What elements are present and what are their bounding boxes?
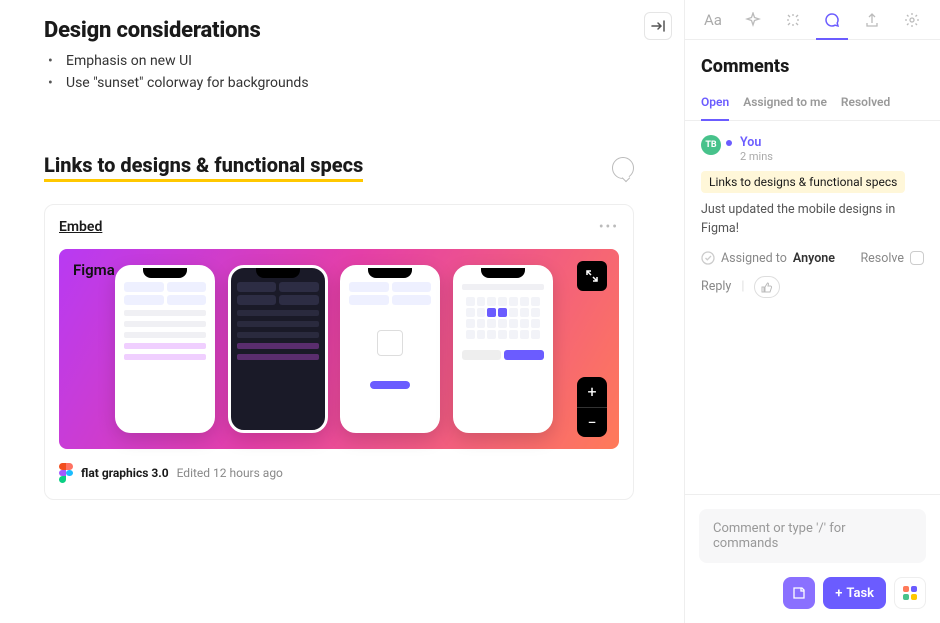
tab-resolved[interactable]: Resolved xyxy=(841,89,890,120)
sidebar-toolbar: Aa xyxy=(685,0,940,40)
mockup-phone xyxy=(115,265,215,433)
tab-assigned[interactable]: Assigned to me xyxy=(743,89,827,120)
figma-icon xyxy=(59,463,73,483)
comments-tabs: Open Assigned to me Resolved xyxy=(685,89,940,121)
embed-title[interactable]: Embed xyxy=(59,219,102,235)
mockup-phone xyxy=(340,265,440,433)
collapse-sidebar-button[interactable] xyxy=(644,12,672,40)
plus-icon: + xyxy=(835,586,842,601)
assigned-to[interactable]: Anyone xyxy=(793,251,835,266)
embed-edited-time: Edited 12 hours ago xyxy=(177,466,283,480)
comment-message: Just updated the mobile designs in Figma… xyxy=(701,201,924,239)
resolve-checkbox[interactable] xyxy=(910,251,924,265)
comment-input[interactable]: Comment or type '/' for commands xyxy=(699,509,926,563)
heading-design-considerations: Design considerations xyxy=(44,18,662,43)
comment-composer: Comment or type '/' for commands xyxy=(685,494,940,577)
expand-icon[interactable] xyxy=(577,261,607,291)
list-item[interactable]: Emphasis on new UI xyxy=(66,53,662,69)
toolbar-effects-button[interactable] xyxy=(773,0,813,39)
assigned-label: Assigned to xyxy=(721,251,787,266)
mockup-phone xyxy=(453,265,553,433)
list-item[interactable]: Use "sunset" colorway for backgrounds xyxy=(66,75,662,91)
figma-label: Figma xyxy=(73,261,115,279)
document-main: Design considerations Emphasis on new UI… xyxy=(0,0,684,623)
add-comment-icon[interactable] xyxy=(612,157,634,179)
zoom-in-icon[interactable]: + xyxy=(577,377,607,408)
bullet-list: Emphasis on new UI Use "sunset" colorway… xyxy=(66,53,662,91)
toolbar-text-button[interactable]: Aa xyxy=(693,0,733,39)
check-circle-icon xyxy=(701,251,715,265)
avatar: TB xyxy=(701,135,721,155)
comments-sidebar: Aa Comments Open Assigned to me Resolved… xyxy=(684,0,940,623)
add-task-button[interactable]: +Task xyxy=(823,577,886,609)
note-button[interactable] xyxy=(783,577,815,609)
comment-time: 2 mins xyxy=(740,150,773,163)
embed-card: Embed ••• Figma +− flat graphics 3.0 Edi… xyxy=(44,204,634,500)
reply-button[interactable]: Reply xyxy=(701,279,731,294)
figma-preview[interactable]: Figma +− xyxy=(59,249,619,449)
comments-title: Comments xyxy=(685,40,940,89)
toolbar-share-button[interactable] xyxy=(852,0,892,39)
comment-context[interactable]: Links to designs & functional specs xyxy=(701,171,905,193)
embed-file-name: flat graphics 3.0 xyxy=(81,466,169,480)
embed-menu-button[interactable]: ••• xyxy=(599,219,619,235)
mockup-phone xyxy=(228,265,328,433)
apps-icon xyxy=(903,586,917,600)
toolbar-ai-button[interactable] xyxy=(733,0,773,39)
tab-open[interactable]: Open xyxy=(701,89,729,121)
resolve-label: Resolve xyxy=(860,251,904,266)
zoom-control[interactable]: +− xyxy=(577,377,607,437)
unread-dot-icon xyxy=(726,140,732,146)
comment-thread[interactable]: TB You 2 mins Links to designs & functio… xyxy=(685,121,940,494)
toolbar-comments-button[interactable] xyxy=(812,0,852,39)
toolbar-settings-button[interactable] xyxy=(892,0,932,39)
apps-button[interactable] xyxy=(894,577,926,609)
heading-links: Links to designs & functional specs xyxy=(44,153,363,182)
comment-author: You xyxy=(740,135,773,150)
zoom-out-icon[interactable]: − xyxy=(577,408,607,438)
like-button[interactable] xyxy=(754,276,780,298)
